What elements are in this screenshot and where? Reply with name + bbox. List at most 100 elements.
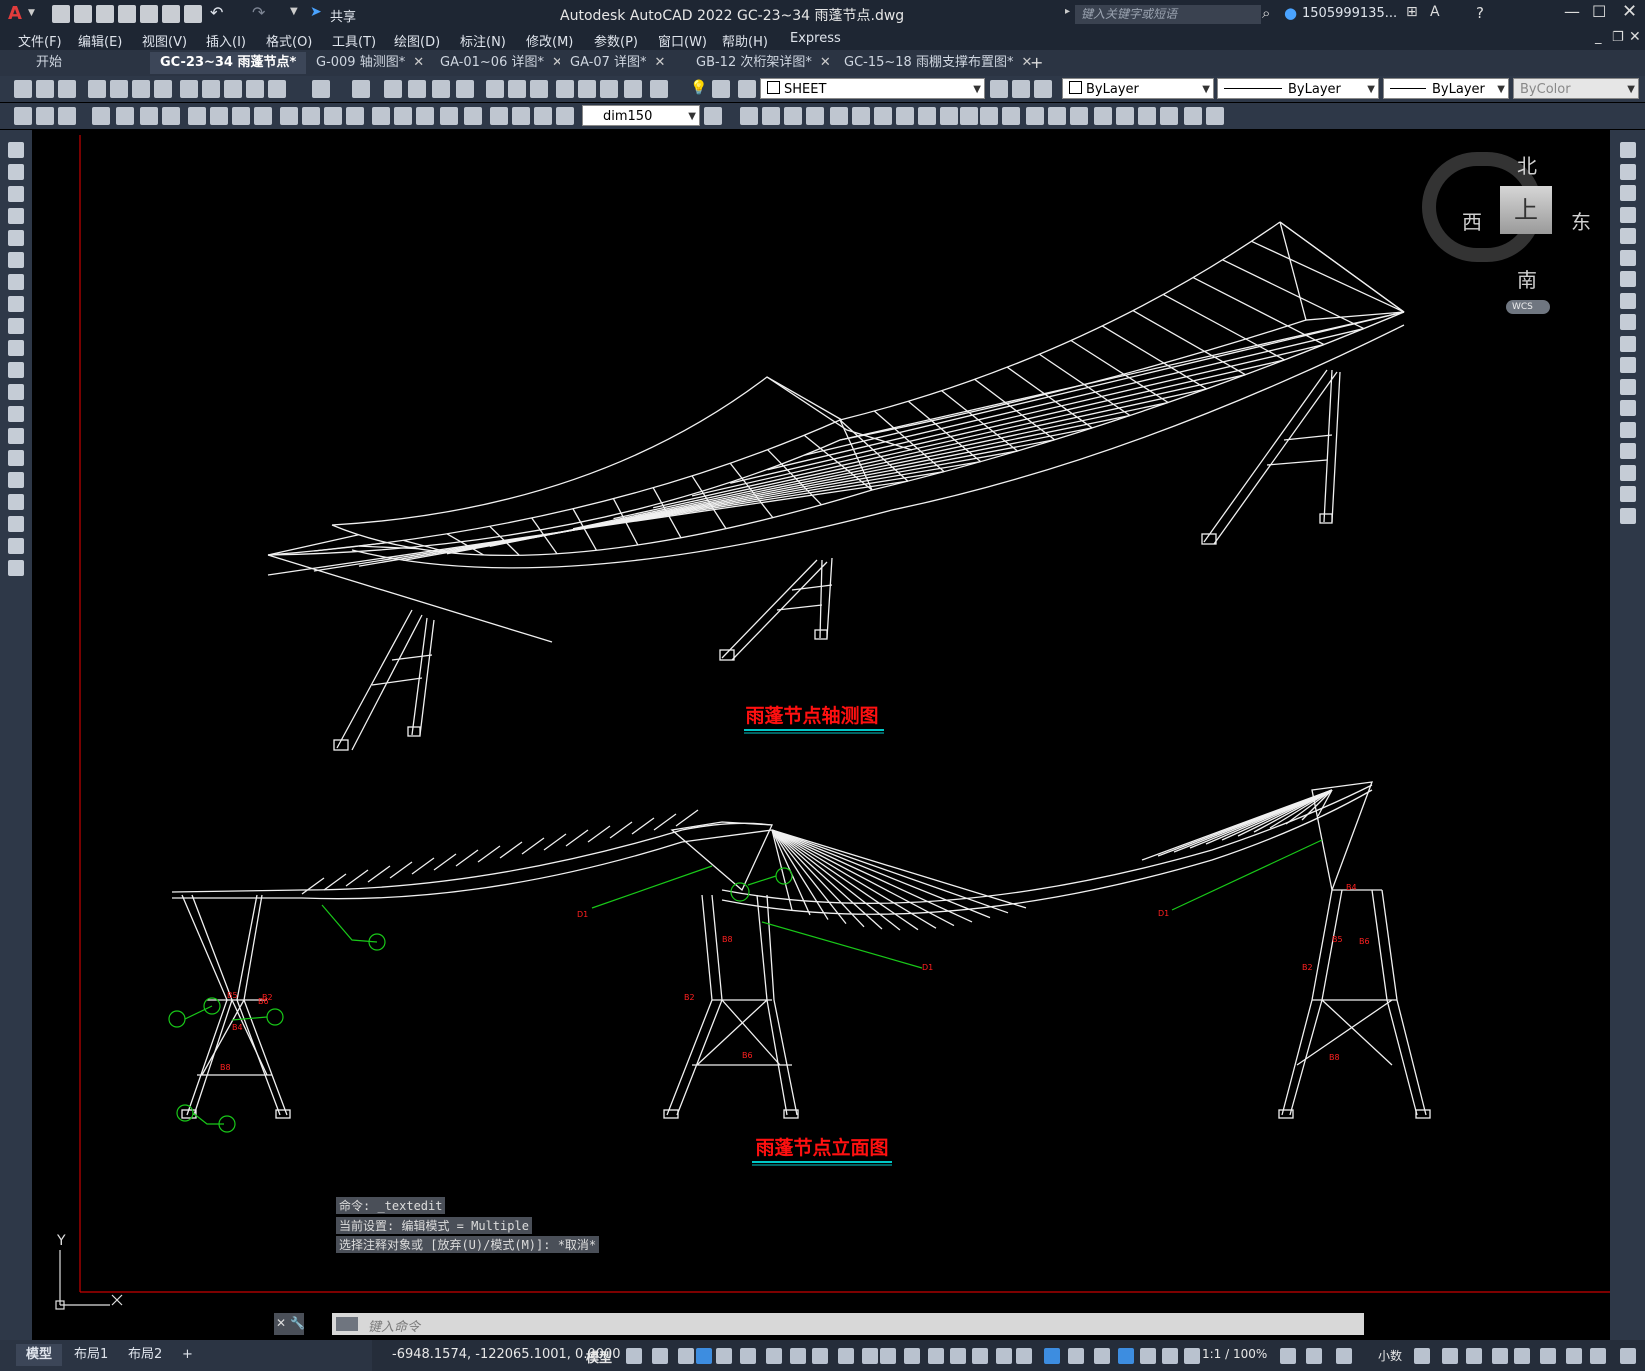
dim-icon-37[interactable] [1002, 107, 1020, 125]
layer-tool-icon-0[interactable] [990, 80, 1008, 98]
status-toggle-icon-5[interactable] [740, 1348, 756, 1364]
status-toggle-icon-33[interactable] [1540, 1348, 1556, 1364]
status-toggle-icon-4[interactable] [716, 1348, 732, 1364]
compass-north[interactable]: 北 [1517, 150, 1537, 179]
status-toggle-icon-13[interactable] [928, 1348, 944, 1364]
share-icon[interactable]: ➤ [310, 4, 322, 20]
standard-icon-15[interactable] [408, 80, 426, 98]
dimstyle-select[interactable]: dim150 ▼ [582, 105, 700, 126]
draw-tool-icon-10[interactable] [8, 362, 24, 378]
plotstyle-select[interactable]: ByColor ▼ [1513, 78, 1639, 99]
dim-icon-30[interactable] [852, 107, 870, 125]
tab-document-3[interactable]: GA-07 详图* ✕ [560, 52, 676, 74]
standard-icon-23[interactable] [600, 80, 618, 98]
dim-icon-25[interactable] [740, 107, 758, 125]
autocad-logo-icon[interactable]: A [8, 3, 22, 24]
close-icon[interactable]: ✕ [1622, 1, 1637, 22]
menu-5[interactable]: 工具(T) [332, 31, 376, 50]
status-toggle-icon-1[interactable] [652, 1348, 668, 1364]
dim-icon-44[interactable] [1160, 107, 1178, 125]
standard-icon-10[interactable] [246, 80, 264, 98]
status-toggle-icon-9[interactable] [838, 1348, 854, 1364]
status-toggle-icon-17[interactable] [1016, 1348, 1032, 1364]
tab-document-2[interactable]: GA-01~06 详图* ✕ [430, 52, 573, 74]
dim-icon-24[interactable] [704, 107, 722, 125]
dim-icon-43[interactable] [1138, 107, 1156, 125]
status-toggle-icon-19[interactable] [1068, 1348, 1084, 1364]
status-toggle-icon-15[interactable] [972, 1348, 988, 1364]
modify-tool-icon-3[interactable] [1620, 206, 1636, 223]
draw-tool-icon-9[interactable] [8, 340, 24, 356]
search-input[interactable]: 键入关键字或短语 [1075, 5, 1261, 24]
dim-icon-17[interactable] [416, 107, 434, 125]
dim-icon-8[interactable] [210, 107, 228, 125]
lineweight-select[interactable]: ByLayer ▼ [1383, 78, 1509, 99]
open-web-icon[interactable] [140, 5, 158, 23]
status-toggle-icon-21[interactable] [1118, 1348, 1134, 1364]
dim-icon-42[interactable] [1116, 107, 1134, 125]
new-tab-button[interactable]: + [1030, 53, 1043, 72]
dim-icon-23[interactable] [556, 107, 574, 125]
redo-icon[interactable]: ↷ [252, 3, 265, 22]
menu-0[interactable]: 文件(F) [18, 31, 62, 50]
standard-icon-13[interactable] [352, 80, 370, 98]
draw-tool-icon-17[interactable] [8, 516, 24, 532]
draw-tool-icon-13[interactable] [8, 428, 24, 444]
menu-2[interactable]: 视图(V) [142, 31, 187, 50]
status-toggle-icon-14[interactable] [950, 1348, 966, 1364]
status-toggle-icon-31[interactable] [1492, 1348, 1508, 1364]
dim-icon-5[interactable] [140, 107, 158, 125]
dim-icon-31[interactable] [874, 107, 892, 125]
standard-icon-2[interactable] [58, 80, 76, 98]
tab-document-0[interactable]: GC-23~34 雨蓬节点*✕ [150, 52, 326, 74]
status-toggle-icon-30[interactable] [1466, 1348, 1482, 1364]
standard-icon-7[interactable] [180, 80, 198, 98]
command-close-icon[interactable]: ✕ [276, 1316, 286, 1330]
standard-icon-27[interactable] [738, 80, 756, 98]
layer-on-icon[interactable]: 💡 [690, 80, 707, 96]
standard-icon-20[interactable] [530, 80, 548, 98]
status-toggle-icon-34[interactable] [1566, 1348, 1582, 1364]
dim-icon-11[interactable] [280, 107, 298, 125]
open-file-icon[interactable] [74, 5, 92, 23]
status-toggle-icon-22[interactable] [1140, 1348, 1156, 1364]
status-toggle-icon-24[interactable] [1184, 1348, 1200, 1364]
standard-icon-0[interactable] [14, 80, 32, 98]
cart-icon[interactable]: ⊞ [1406, 4, 1418, 20]
dim-icon-41[interactable] [1094, 107, 1112, 125]
layer-tool-icon-1[interactable] [1012, 80, 1030, 98]
dim-icon-21[interactable] [512, 107, 530, 125]
dim-icon-26[interactable] [762, 107, 780, 125]
command-input[interactable]: 键入命令 [332, 1313, 1364, 1335]
menu-4[interactable]: 格式(O) [266, 31, 312, 50]
autodesk-apps-icon[interactable]: A [1430, 4, 1440, 20]
save-as-icon[interactable] [118, 5, 136, 23]
tab-close-icon[interactable]: ✕ [820, 55, 831, 70]
add-layout-button[interactable]: + [172, 1344, 203, 1366]
standard-icon-4[interactable] [110, 80, 128, 98]
user-account[interactable]: 1505999135... [1302, 6, 1397, 21]
modify-tool-icon-1[interactable] [1620, 163, 1636, 180]
standard-icon-5[interactable] [132, 80, 150, 98]
modify-tool-icon-0[interactable] [1620, 142, 1636, 158]
dim-icon-3[interactable] [92, 107, 110, 125]
minimize-icon[interactable]: — [1564, 2, 1580, 21]
compass-east[interactable]: 东 [1571, 206, 1591, 235]
modify-tool-icon-12[interactable] [1620, 400, 1636, 416]
standard-icon-19[interactable] [508, 80, 526, 98]
tab-document-1[interactable]: G-009 轴测图* ✕ [306, 52, 435, 74]
linetype-select[interactable]: ByLayer ▼ [1217, 78, 1379, 99]
tab-start[interactable]: 开始 [26, 52, 73, 74]
model-space-toggle[interactable]: 模型 [586, 1347, 612, 1366]
status-toggle-icon-32[interactable] [1514, 1348, 1530, 1364]
modify-tool-icon-8[interactable] [1620, 314, 1636, 330]
status-toggle-icon-36[interactable] [1620, 1348, 1636, 1364]
dim-icon-46[interactable] [1206, 107, 1224, 125]
help-icon[interactable]: ? [1476, 4, 1484, 22]
draw-tool-icon-3[interactable] [8, 208, 24, 224]
menu-1[interactable]: 编辑(E) [78, 31, 122, 50]
tab-layout2[interactable]: 布局2 [118, 1344, 172, 1366]
standard-icon-18[interactable] [486, 80, 504, 98]
share-button[interactable]: 共享 [330, 6, 356, 25]
dim-icon-38[interactable] [1026, 107, 1044, 125]
